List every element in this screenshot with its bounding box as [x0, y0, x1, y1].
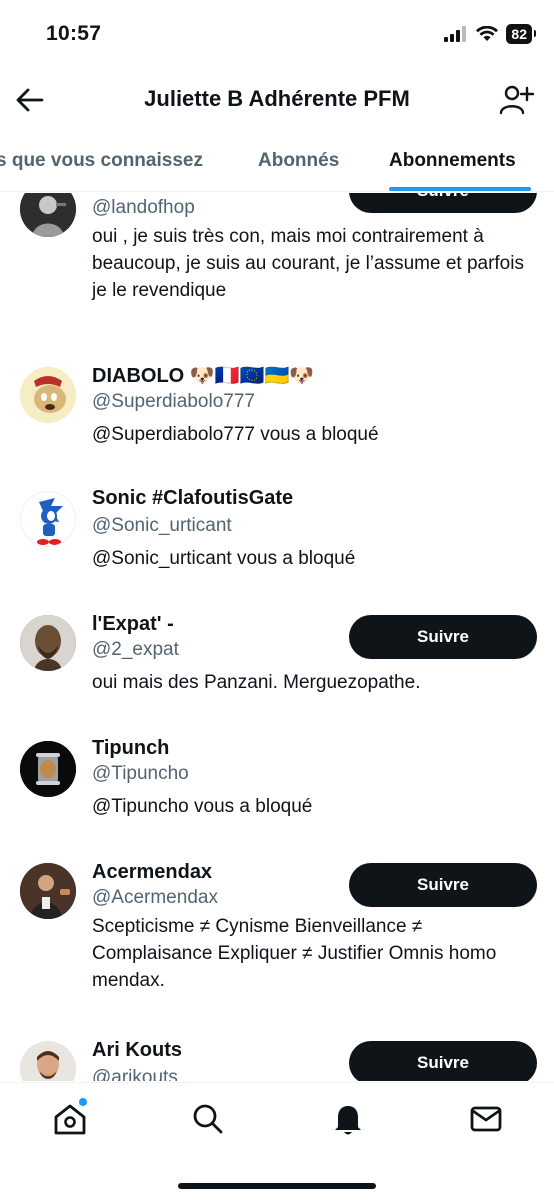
bell-icon	[335, 1106, 361, 1135]
tab-followers[interactable]: Abonnés	[258, 150, 339, 172]
nav-search[interactable]	[188, 1099, 228, 1139]
page-title: Juliette B Adhérente PFM	[144, 86, 410, 111]
user-handle[interactable]: @arikouts	[92, 1067, 178, 1081]
signal-icon	[444, 26, 467, 42]
mail-icon	[470, 1106, 502, 1132]
follow-button[interactable]: Suivre	[349, 193, 537, 213]
avatar[interactable]	[20, 741, 76, 797]
user-name[interactable]: Acermendax	[92, 861, 212, 884]
user-bio: oui mais des Panzani. Merguezopathe.	[92, 672, 421, 693]
notification-dot	[79, 1098, 87, 1106]
avatar-image	[20, 741, 76, 797]
follow-button[interactable]: Suivre	[349, 615, 537, 659]
add-user-button[interactable]	[498, 82, 535, 118]
user-bio: oui , je suis très con, mais moi contrai…	[92, 226, 524, 301]
avatar[interactable]	[20, 1041, 76, 1081]
wifi-icon	[476, 26, 499, 41]
status-icons: 82	[444, 24, 536, 44]
avatar-image	[20, 615, 76, 671]
header: Juliette B Adhérente PFM	[0, 72, 554, 128]
avatar-image	[20, 1041, 76, 1081]
nav-notifications[interactable]	[328, 1099, 368, 1139]
user-handle[interactable]: @Superdiabolo777	[92, 391, 255, 413]
battery-indicator: 82	[506, 24, 536, 44]
user-name[interactable]: l'Expat' -	[92, 613, 174, 636]
user-handle[interactable]: @2_expat	[92, 639, 179, 661]
active-tab-indicator	[389, 187, 531, 191]
user-handle[interactable]: @Tipuncho	[92, 763, 189, 785]
user-handle[interactable]: @landofhop	[92, 197, 195, 219]
avatar[interactable]	[20, 367, 76, 423]
user-bio: @Tipuncho vous a bloqué	[92, 796, 313, 817]
avatar[interactable]	[20, 615, 76, 671]
user-name[interactable]: DIABOLO 🐶🇫🇷🇪🇺🇺🇦🐶	[92, 363, 314, 388]
nav-home[interactable]	[50, 1098, 90, 1139]
user-handle[interactable]: @Sonic_urticant	[92, 515, 232, 537]
tab-bar: s que vous connaissez Abonnés Abonnement…	[0, 132, 554, 192]
status-bar: 10:57 82	[0, 0, 554, 70]
user-handle[interactable]: @Acermendax	[92, 887, 218, 909]
search-icon	[193, 1104, 223, 1134]
tab-following[interactable]: Abonnements	[389, 150, 516, 172]
user-name[interactable]: Sonic #ClafoutisGate	[92, 487, 293, 510]
follow-button[interactable]: Suivre	[349, 863, 537, 907]
bottom-nav	[0, 1082, 554, 1200]
user-bio: @Sonic_urticant vous a bloqué	[92, 548, 356, 569]
nav-messages[interactable]	[466, 1099, 506, 1139]
avatar[interactable]	[20, 193, 76, 237]
avatar[interactable]	[20, 491, 76, 547]
home-indicator	[178, 1183, 376, 1189]
avatar-image	[20, 863, 76, 919]
user-name[interactable]: Ari Kouts	[92, 1039, 182, 1062]
status-time: 10:57	[46, 22, 102, 45]
follow-button[interactable]: Suivre	[349, 1041, 537, 1081]
user-name[interactable]: Tipunch	[92, 737, 169, 760]
user-list: laurent @landofhop Suivre oui , je suis …	[0, 193, 554, 1081]
user-bio: @Superdiabolo777 vous a bloqué	[92, 424, 379, 445]
user-bio: Scepticisme ≠ Cynisme Bienveillance ≠ Co…	[92, 916, 497, 991]
avatar-image	[20, 193, 76, 237]
add-user-icon	[499, 85, 535, 115]
avatar-image	[21, 492, 75, 546]
avatar[interactable]	[20, 863, 76, 919]
tab-known-followers[interactable]: s que vous connaissez	[0, 150, 203, 172]
avatar-image	[20, 367, 76, 423]
